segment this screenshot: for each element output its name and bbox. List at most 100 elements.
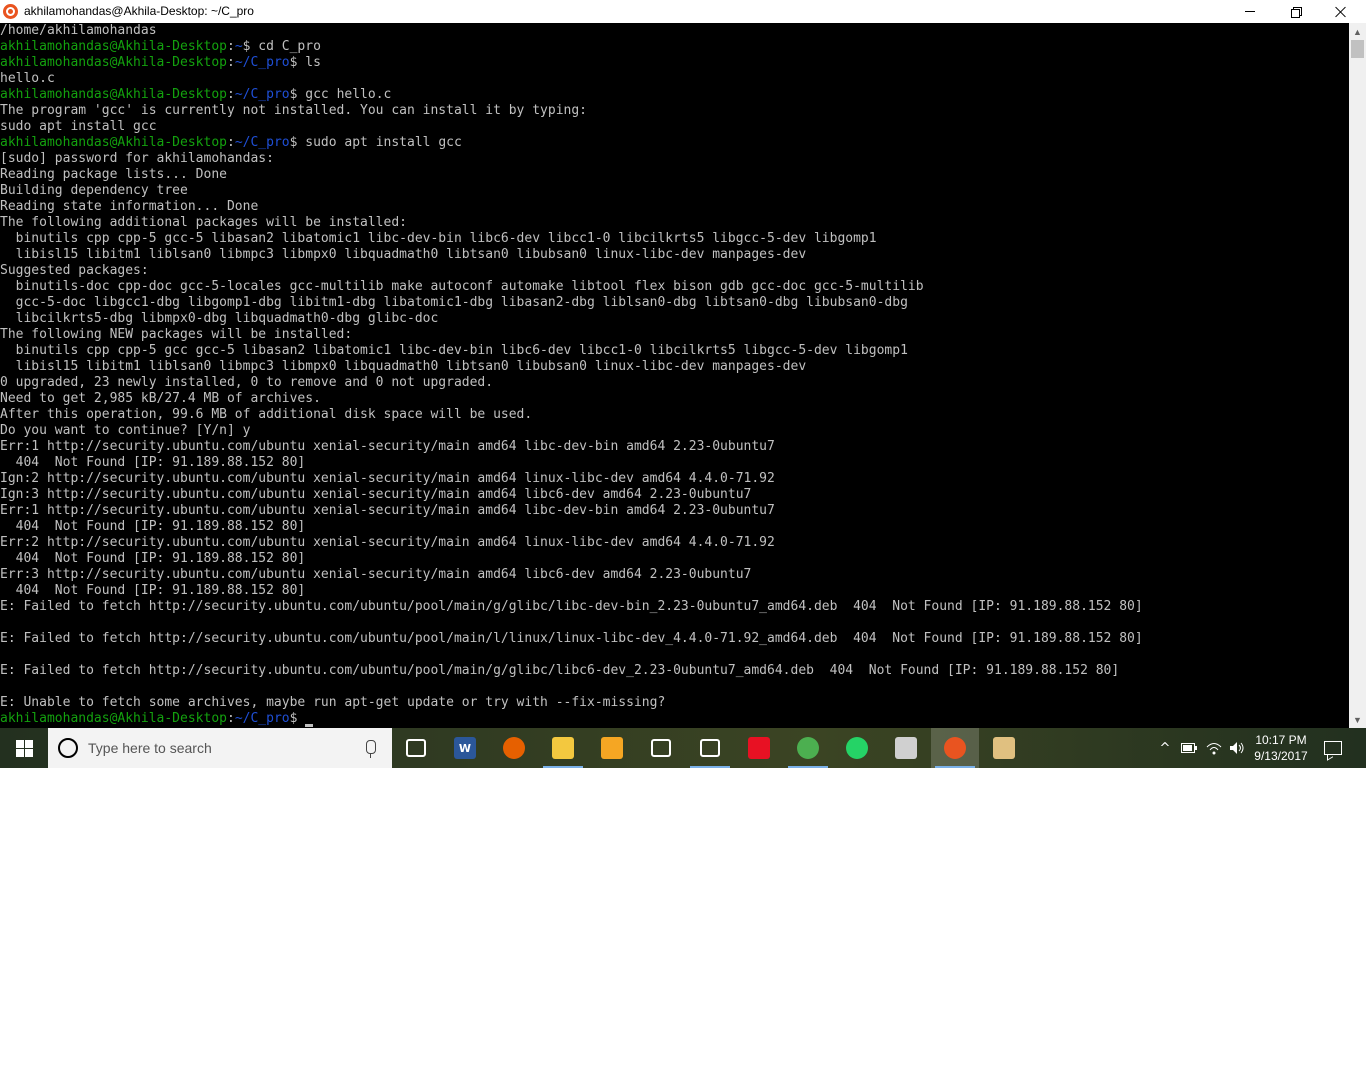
ubuntu-icon [944, 737, 966, 759]
scroll-down-button[interactable]: ▼ [1349, 711, 1366, 728]
restore-icon [1290, 7, 1302, 18]
gear-icon [700, 739, 720, 757]
ubuntu-icon [3, 4, 18, 19]
show-hidden-icons-button[interactable]: ^ [1156, 728, 1174, 768]
terminal-line: akhilamohandas@Akhila-Desktop:~/C_pro$ g… [0, 87, 1349, 103]
terminal-line: Reading package lists... Done [0, 167, 227, 182]
terminal-line: Err:3 http://security.ubuntu.com/ubuntu … [0, 567, 752, 582]
terminal-line: 404 Not Found [IP: 91.189.88.152 80] [0, 551, 306, 566]
prompt-path: ~/C_pro [234, 87, 290, 102]
system-clock[interactable]: 10:17 PM 9/13/2017 [1248, 732, 1314, 764]
microphone-icon[interactable] [366, 740, 376, 758]
terminal-line: The program 'gcc' is currently not insta… [0, 103, 587, 118]
search-box[interactable]: Type here to search [48, 728, 392, 768]
app-glyph: W [458, 741, 472, 755]
chevron-down-icon: ▼ [1353, 714, 1362, 725]
terminal-lines: /home/akhilamohandas akhilamohandas@Akhil… [0, 23, 1349, 727]
chevron-up-icon: ^ [1159, 740, 1171, 756]
minimize-button[interactable] [1227, 0, 1273, 23]
action-center-button[interactable] [1318, 736, 1348, 760]
terminal-cursor [305, 724, 314, 727]
taskbar-file-explorer-button[interactable] [539, 728, 587, 768]
running-indicator [788, 766, 828, 768]
media-player-icon [601, 737, 623, 759]
terminal-line: gcc-5-doc libgcc1-dbg libgomp1-dbg libit… [0, 295, 908, 310]
clock-time: 10:17 PM [1255, 733, 1307, 747]
terminal-line: [sudo] password for akhilamohandas: [0, 151, 274, 166]
taskbar-media-player-button[interactable] [588, 728, 636, 768]
terminal-line: akhilamohandas@Akhila-Desktop:~$ cd C_pr… [0, 39, 1349, 55]
terminal-line: Err:1 http://security.ubuntu.com/ubuntu … [0, 439, 775, 454]
terminal-line: libcilkrts5-dbg libmpx0-dbg libquadmath0… [0, 311, 439, 326]
taskbar-paint-button[interactable] [980, 728, 1028, 768]
taskbar-paint-tool-button[interactable] [882, 728, 930, 768]
taskbar-firefox-button[interactable] [490, 728, 538, 768]
terminal-line: binutils cpp cpp-5 gcc gcc-5 libasan2 li… [0, 343, 908, 358]
prompt-command: $ [289, 711, 306, 726]
terminal-line: E: Failed to fetch http://security.ubunt… [0, 631, 1143, 646]
terminal-line: Building dependency tree [0, 183, 188, 198]
close-icon [1335, 6, 1347, 18]
running-indicator [543, 766, 583, 768]
terminal-line: 404 Not Found [IP: 91.189.88.152 80] [0, 519, 306, 534]
prompt-separator: : [226, 39, 235, 54]
prompt-path: ~ [234, 39, 243, 54]
taskbar: Type here to search W ^ 10:17 PM 9/13/20… [0, 728, 1366, 768]
clock-date: 9/13/2017 [1254, 749, 1308, 763]
taskbar-word-button[interactable]: W [441, 728, 489, 768]
taskbar-settings-button[interactable] [686, 728, 734, 768]
terminal-line: libisl15 libitm1 liblsan0 libmpc3 libmpx… [0, 247, 807, 262]
prompt-user: akhilamohandas@Akhila-Desktop [0, 39, 227, 54]
terminal-line: 404 Not Found [IP: 91.189.88.152 80] [0, 583, 306, 598]
terminal-line: Ign:2 http://security.ubuntu.com/ubuntu … [0, 471, 775, 486]
task-view-icon [406, 739, 426, 757]
taskbar-ubuntu-button[interactable] [931, 728, 979, 768]
wifi-icon[interactable] [1204, 728, 1224, 768]
start-button[interactable] [0, 728, 48, 768]
terminal-line: akhilamohandas@Akhila-Desktop:~/C_pro$ [0, 711, 1349, 727]
scroll-up-button[interactable]: ▲ [1349, 23, 1366, 40]
taskbar-task-view-button[interactable] [392, 728, 440, 768]
taskbar-chrome-button[interactable] [784, 728, 832, 768]
running-indicator [690, 766, 730, 768]
download-icon [748, 737, 770, 759]
prompt-path: ~/C_pro [234, 711, 290, 726]
window-title: akhilamohandas@Akhila-Desktop: ~/C_pro [24, 4, 254, 18]
running-indicator [935, 766, 975, 768]
folder-icon [552, 737, 574, 759]
whatsapp-icon [846, 737, 868, 759]
terminal-line: 404 Not Found [IP: 91.189.88.152 80] [0, 455, 306, 470]
search-input[interactable]: Type here to search [88, 740, 212, 756]
firefox-icon [503, 737, 525, 759]
terminal-line: E: Unable to fetch some archives, maybe … [0, 695, 666, 710]
window-titlebar[interactable]: akhilamohandas@Akhila-Desktop: ~/C_pro [0, 0, 1366, 23]
chevron-up-icon: ▲ [1353, 26, 1362, 37]
terminal-scrollbar[interactable]: ▲ ▼ [1349, 23, 1366, 728]
terminal-line: E: Failed to fetch http://security.ubunt… [0, 599, 1143, 614]
prompt-command: $ ls [289, 55, 321, 70]
prompt-path: ~/C_pro [234, 135, 290, 150]
scroll-thumb[interactable] [1351, 40, 1364, 58]
prompt-separator: : [226, 135, 235, 150]
cortana-icon [58, 738, 78, 758]
terminal-line: The following additional packages will b… [0, 215, 407, 230]
chrome-icon [797, 737, 819, 759]
taskbar-voice-recorder-button[interactable] [637, 728, 685, 768]
close-button[interactable] [1318, 0, 1364, 23]
terminal-line: The following NEW packages will be insta… [0, 327, 353, 342]
terminal-line: Reading state information... Done [0, 199, 259, 214]
taskbar-download-app-button[interactable] [735, 728, 783, 768]
volume-icon[interactable] [1227, 728, 1247, 768]
taskbar-whatsapp-button[interactable] [833, 728, 881, 768]
terminal-output[interactable]: /home/akhilamohandas akhilamohandas@Akhil… [0, 23, 1349, 728]
battery-icon[interactable] [1179, 728, 1199, 768]
palette-icon [993, 737, 1015, 759]
word-icon: W [454, 737, 476, 759]
restore-button[interactable] [1272, 0, 1318, 23]
prompt-user: akhilamohandas@Akhila-Desktop [0, 87, 227, 102]
terminal-line: akhilamohandas@Akhila-Desktop:~/C_pro$ s… [0, 135, 1349, 151]
terminal-line: /home/akhilamohandas [0, 23, 157, 38]
